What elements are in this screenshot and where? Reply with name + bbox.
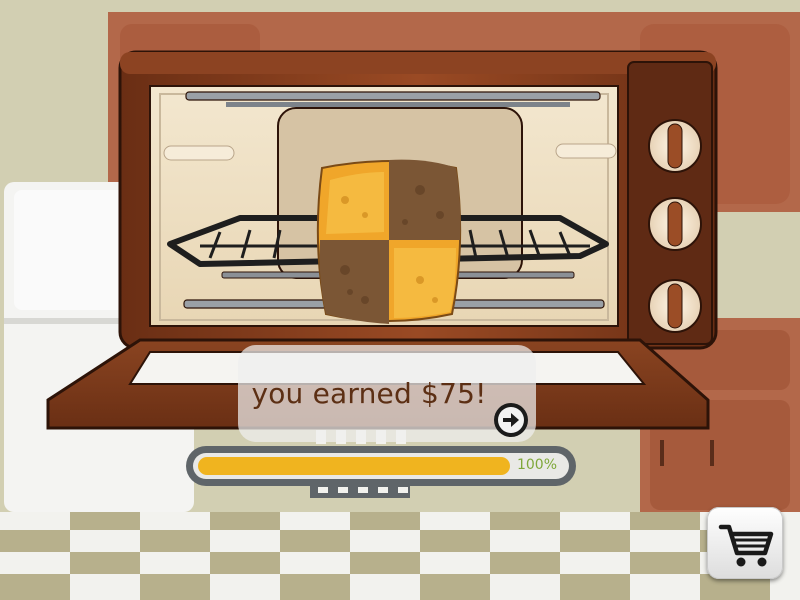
baking-progress-bar: 100% bbox=[186, 446, 576, 486]
shop-cart-button[interactable] bbox=[707, 507, 783, 579]
oven-knob-middle bbox=[648, 197, 702, 251]
progress-fill bbox=[198, 457, 510, 475]
next-button[interactable] bbox=[494, 403, 528, 437]
reward-panel: you earned $75! bbox=[238, 345, 536, 442]
reward-message: you earned $75! bbox=[251, 377, 487, 410]
baked-bread bbox=[316, 159, 462, 324]
checkered-floor bbox=[0, 512, 800, 600]
progress-track-inner: 100% bbox=[193, 453, 569, 479]
oven-knob-bottom bbox=[648, 279, 702, 333]
kitchen-scene bbox=[0, 0, 800, 600]
arrow-right-icon bbox=[498, 407, 524, 433]
oven-knob-top bbox=[648, 119, 702, 173]
progress-percent-label: 100% bbox=[516, 457, 557, 473]
shopping-cart-icon bbox=[718, 524, 774, 567]
